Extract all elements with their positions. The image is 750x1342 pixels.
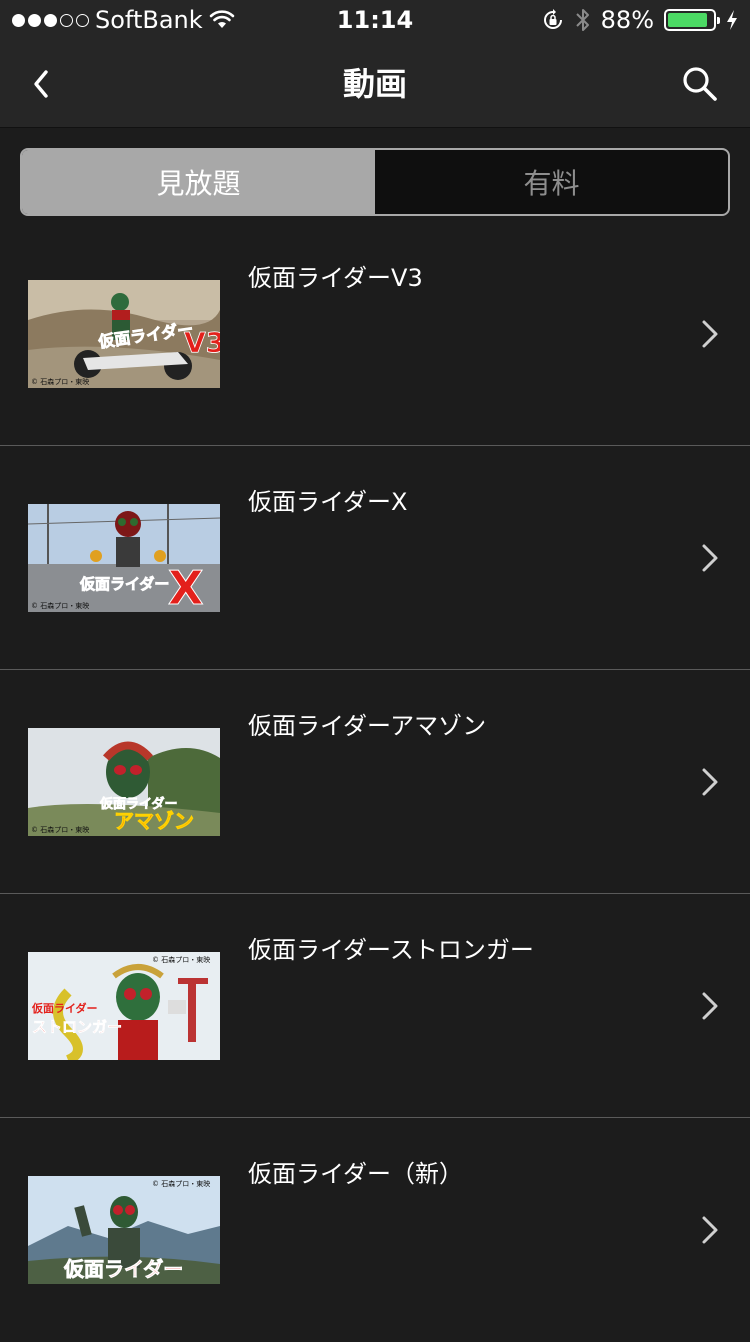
item-title: 仮面ライダーストロンガー	[248, 936, 534, 964]
bluetooth-icon	[575, 7, 591, 33]
thumb-logo: 仮面ライダー	[79, 575, 169, 593]
page-title: 動画	[342, 65, 407, 103]
thumb-logo: 仮面ライダー	[31, 1001, 98, 1015]
navigation-bar: 動画	[0, 40, 750, 128]
item-title: 仮面ライダーX	[248, 488, 408, 516]
item-title: 仮面ライダー（新）	[248, 1160, 464, 1188]
chevron-right-icon	[702, 992, 718, 1020]
list-item[interactable]: 仮面ライダー ストロンガー © 石森プロ・東映 仮面ライダーストロンガー	[0, 894, 750, 1118]
thumb-copyright: © 石森プロ・東映	[152, 1179, 210, 1188]
thumb-logo: 仮面ライダー	[63, 1257, 183, 1281]
thumbnail-image: 仮面ライダー V3 © 石森プロ・東映	[28, 280, 220, 388]
thumbnail-image: 仮面ライダー アマゾン © 石森プロ・東映	[28, 728, 220, 836]
tab-paid[interactable]: 有料	[375, 150, 728, 214]
battery-percent: 88%	[600, 6, 654, 34]
chevron-right-icon	[702, 1216, 718, 1244]
signal-strength-icon	[12, 13, 89, 27]
charging-icon	[726, 9, 738, 31]
chevron-right-icon	[702, 768, 718, 796]
carrier-name: SoftBank	[95, 6, 203, 34]
video-list: 仮面ライダー V3 © 石森プロ・東映 仮面ライダーV3 仮面ライダー X © …	[0, 222, 750, 1342]
tab-unlimited[interactable]: 見放題	[22, 150, 375, 214]
segmented-control: 見放題 有料	[20, 148, 730, 216]
item-title: 仮面ライダーV3	[248, 264, 423, 292]
list-item[interactable]: 仮面ライダー © 石森プロ・東映 仮面ライダー（新）	[0, 1118, 750, 1342]
thumb-suffix: ストロンガー	[32, 1018, 122, 1036]
status-left: SoftBank	[12, 6, 292, 34]
thumb-suffix: アマゾン	[114, 809, 194, 833]
thumb-copyright: © 石森プロ・東映	[31, 377, 89, 386]
search-icon	[683, 67, 717, 101]
list-item[interactable]: 仮面ライダー V3 © 石森プロ・東映 仮面ライダーV3	[0, 222, 750, 446]
orientation-lock-icon	[541, 8, 565, 32]
thumb-copyright: © 石森プロ・東映	[31, 825, 89, 834]
search-button[interactable]	[678, 62, 722, 106]
item-title: 仮面ライダーアマゾン	[248, 712, 487, 740]
thumb-copyright: © 石森プロ・東映	[31, 601, 89, 610]
thumbnail-image: 仮面ライダー X © 石森プロ・東映	[28, 504, 220, 612]
list-item[interactable]: 仮面ライダー アマゾン © 石森プロ・東映 仮面ライダーアマゾン	[0, 670, 750, 894]
wifi-icon	[209, 10, 235, 30]
chevron-right-icon	[702, 320, 718, 348]
thumb-suffix: V3	[184, 326, 220, 359]
battery-icon	[664, 9, 720, 31]
status-bar: SoftBank 11:14 88%	[0, 0, 750, 40]
thumb-suffix: X	[168, 561, 203, 612]
list-item[interactable]: 仮面ライダー X © 石森プロ・東映 仮面ライダーX	[0, 446, 750, 670]
thumbnail-image: 仮面ライダー ストロンガー © 石森プロ・東映	[28, 952, 220, 1060]
thumb-copyright: © 石森プロ・東映	[152, 955, 210, 964]
chevron-right-icon	[702, 544, 718, 572]
status-right: 88%	[541, 6, 738, 34]
thumbnail-image: 仮面ライダー © 石森プロ・東映	[28, 1176, 220, 1284]
